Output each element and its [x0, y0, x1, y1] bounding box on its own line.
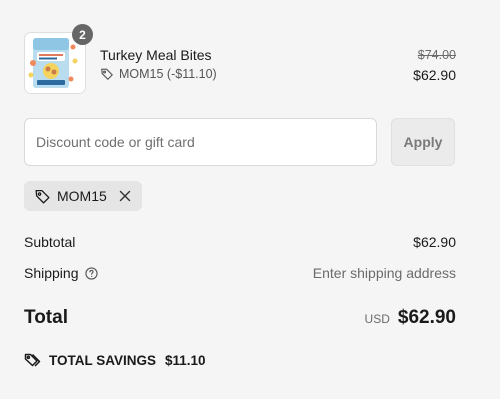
item-discount: MOM15 (-$11.10)	[100, 67, 217, 81]
item-discount-label: MOM15 (-$11.10)	[119, 67, 217, 81]
apply-button[interactable]: Apply	[391, 118, 455, 166]
tag-icon	[100, 67, 114, 81]
shipping-label: Shipping	[24, 265, 79, 281]
total-savings: TOTAL SAVINGS $11.10	[24, 352, 206, 369]
line-item: 2 Turkey Meal Bites MOM15 (-$11.10) $74.…	[24, 24, 456, 94]
subtotal-value: $62.90	[413, 234, 456, 250]
shipping-value: Enter shipping address	[312, 265, 456, 281]
tags-icon	[24, 352, 42, 369]
remove-code-button[interactable]	[117, 188, 133, 204]
subtotal-row: Subtotal $62.90	[24, 233, 456, 251]
final-price: $62.90	[413, 67, 456, 83]
help-icon[interactable]	[84, 266, 98, 280]
product-title: Turkey Meal Bites	[100, 47, 212, 63]
total-savings-label: TOTAL SAVINGS	[49, 353, 157, 368]
product-thumbnail-wrap: 2	[24, 24, 93, 94]
total-savings-amount: $11.10	[165, 353, 206, 368]
total-row: Total USD $62.90	[24, 306, 456, 330]
applied-code-label: MOM15	[57, 188, 107, 204]
quantity-badge: 2	[72, 24, 93, 45]
tag-icon	[34, 188, 51, 205]
applied-code-chip: MOM15	[24, 181, 142, 211]
currency-code: USD	[364, 312, 390, 326]
shipping-row: Shipping Enter shipping address	[24, 264, 456, 282]
total-value-group: USD $62.90	[365, 307, 456, 329]
subtotal-label: Subtotal	[24, 234, 76, 250]
close-icon	[119, 190, 130, 202]
total-amount: $62.90	[397, 307, 456, 328]
total-label: Total	[24, 307, 68, 328]
original-price: $74.00	[417, 48, 456, 62]
shipping-label-group: Shipping	[24, 265, 98, 281]
discount-code-input[interactable]	[24, 118, 377, 166]
